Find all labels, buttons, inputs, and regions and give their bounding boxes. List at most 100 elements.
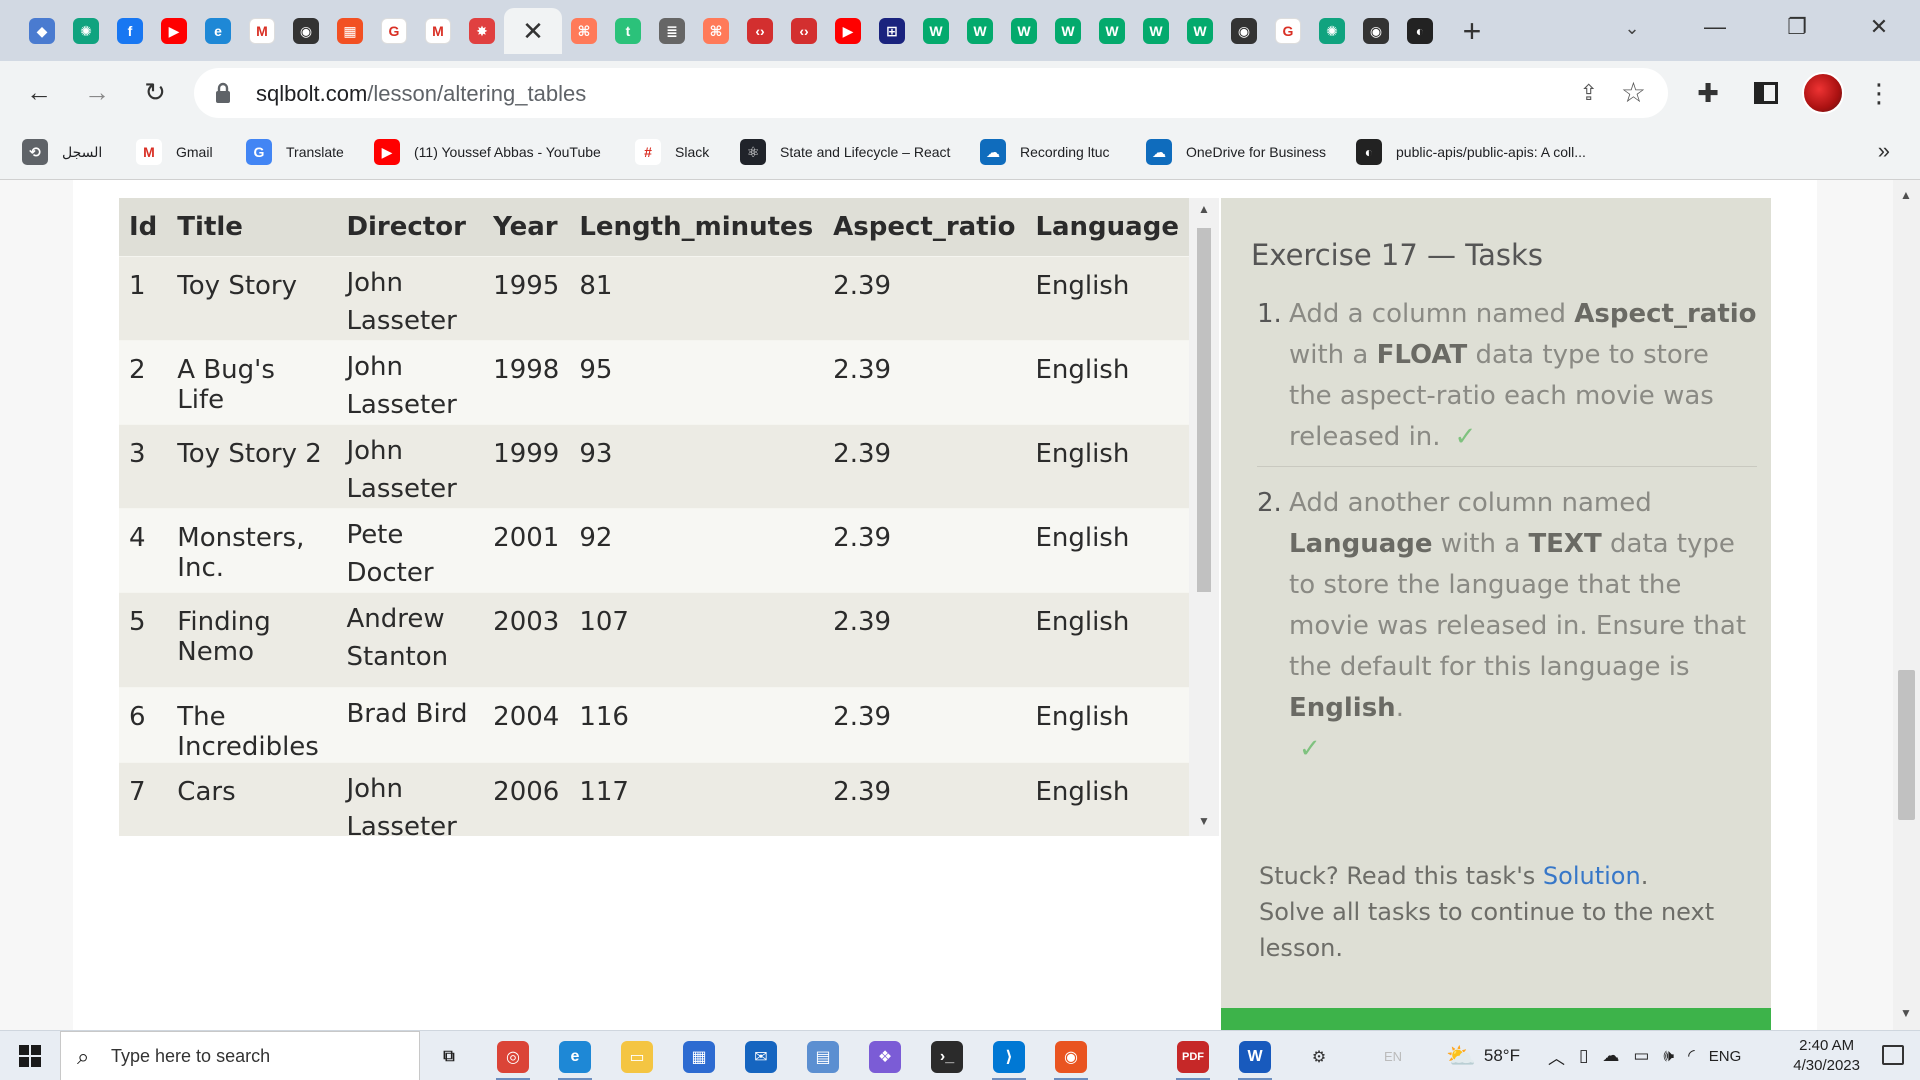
table-cell: 2.39 (823, 339, 1026, 424)
tab[interactable]: ⌘ (694, 8, 738, 54)
tab[interactable]: W (958, 8, 1002, 54)
pdf-icon[interactable]: PDF (1164, 1036, 1222, 1080)
clock[interactable]: 2:40 AM 4/30/2023 (1793, 1036, 1860, 1076)
network-icon[interactable]: ▤ (794, 1036, 852, 1078)
store-icon[interactable]: ▦ (670, 1036, 728, 1078)
bookmark-item[interactable]: # Slack (635, 136, 709, 168)
tab[interactable]: ◉ (284, 8, 328, 54)
tab[interactable]: ▶ (152, 8, 196, 54)
tab[interactable]: W (1178, 8, 1222, 54)
tab[interactable]: f (108, 8, 152, 54)
tab[interactable]: ⊞ (870, 8, 914, 54)
tab[interactable]: G (1266, 8, 1310, 54)
tab[interactable]: ‹› (782, 8, 826, 54)
tab[interactable]: W (1134, 8, 1178, 54)
file-explorer-icon[interactable]: ▭ (608, 1036, 666, 1078)
side-panel-icon[interactable] (1748, 73, 1784, 113)
solution-link[interactable]: Solution (1543, 862, 1641, 890)
table-scroll-thumb[interactable] (1197, 228, 1211, 592)
tab[interactable]: e (196, 8, 240, 54)
device-icon[interactable]: ▯ (1579, 1046, 1588, 1066)
battery-icon[interactable]: ▭ (1633, 1046, 1649, 1066)
tab[interactable]: W (1002, 8, 1046, 54)
vscode-icon[interactable]: ⟩ (980, 1036, 1038, 1080)
profile-avatar[interactable] (1800, 72, 1846, 114)
notifications-icon[interactable] (1882, 1045, 1904, 1065)
tab[interactable]: ✸ (460, 8, 504, 54)
bookmark-item[interactable]: ▶ (11) Youssef Abbas - YouTube (374, 136, 601, 168)
tab[interactable]: M (240, 8, 284, 54)
tab[interactable]: W (1046, 8, 1090, 54)
close-tab-icon[interactable]: ✕ (522, 16, 544, 47)
tab[interactable]: ▶ (826, 8, 870, 54)
tab-search-icon[interactable]: ⌄ (1610, 10, 1654, 46)
tab[interactable]: ◐ (1398, 8, 1442, 54)
bookmark-item[interactable]: ☁ OneDrive for Business (1146, 136, 1326, 168)
tab[interactable]: ✺ (64, 8, 108, 54)
bookmark-item[interactable]: ⚛ State and Lifecycle – React (740, 136, 950, 168)
copilot-icon[interactable]: ❖ (856, 1036, 914, 1078)
new-tab-icon[interactable]: + (1450, 8, 1494, 54)
word-icon[interactable]: W (1226, 1036, 1284, 1080)
table-row: 3 Toy Story 2 John Lasseter 1999 93 2.39 Engli… (119, 423, 1189, 508)
scroll-up-icon[interactable]: ▲ (1198, 202, 1210, 216)
weather-widget[interactable]: ⛅ 58°F (1446, 1031, 1520, 1080)
settings-icon[interactable]: ⚙ (1290, 1036, 1348, 1078)
tab[interactable]: W (1090, 8, 1134, 54)
url-text[interactable]: sqlbolt.com/lesson/altering_tables (256, 81, 586, 107)
share-icon[interactable]: ⇪ (1580, 80, 1598, 106)
more-bookmarks-icon[interactable]: » (1878, 138, 1890, 164)
edge-icon[interactable]: e (546, 1036, 604, 1080)
onedrive-tray-icon[interactable]: ☁ (1602, 1046, 1619, 1066)
bookmark-item[interactable]: ☁ Recording ltuc (980, 136, 1110, 168)
volume-icon[interactable]: 🕪 (1663, 1046, 1674, 1066)
tab[interactable]: ▦ (328, 8, 372, 54)
terminal-icon[interactable]: ›_ (918, 1036, 976, 1078)
bookmark-item[interactable]: M Gmail (136, 136, 213, 168)
tab[interactable]: ‹› (738, 8, 782, 54)
tab[interactable]: ⌘ (562, 8, 606, 54)
page-scroll-thumb[interactable] (1898, 670, 1915, 820)
bookmark-item[interactable]: ◐ public-apis/public-apis: A coll... (1356, 136, 1586, 168)
tab[interactable]: G (372, 8, 416, 54)
task-view-icon[interactable]: ⧉ (420, 1036, 478, 1078)
taskbar-search[interactable]: ⌕ Type here to search (60, 1031, 420, 1080)
restore-icon[interactable]: ❐ (1756, 0, 1838, 54)
chrome-icon[interactable]: ◎ (484, 1036, 542, 1080)
wifi-icon[interactable]: ◜ (1688, 1046, 1695, 1066)
page-scroll-down-icon[interactable]: ▼ (1900, 1006, 1912, 1020)
bookmark-item[interactable]: ⟲ السجل (22, 136, 102, 168)
menu-kebab-icon[interactable]: ⋮ (1864, 73, 1894, 113)
app-glyph: ◉ (1055, 1041, 1087, 1073)
tab[interactable]: M (416, 8, 460, 54)
page-scroll-up-icon[interactable]: ▲ (1900, 188, 1912, 202)
bookmark-star-icon[interactable]: ☆ (1621, 76, 1646, 109)
close-window-icon[interactable]: ✕ (1838, 0, 1920, 54)
tab[interactable]: ≣ (650, 8, 694, 54)
table-scrollbar[interactable]: ▲ ▼ (1189, 198, 1219, 836)
lock-icon[interactable] (214, 82, 232, 104)
scroll-down-icon[interactable]: ▼ (1198, 814, 1210, 828)
start-button[interactable] (0, 1031, 60, 1080)
minimize-icon[interactable]: — (1674, 0, 1756, 54)
chevron-up-icon[interactable]: ︿ (1548, 1044, 1565, 1069)
continue-bar[interactable] (1221, 1008, 1771, 1030)
tab[interactable]: W (914, 8, 958, 54)
tab[interactable]: ◆ (20, 8, 64, 54)
reload-icon[interactable]: ↻ (136, 73, 174, 111)
forward-icon[interactable]: → (78, 73, 116, 111)
bookmark-item[interactable]: G Translate (246, 136, 344, 168)
ubuntu-icon[interactable]: ◉ (1042, 1036, 1100, 1080)
page-scrollbar[interactable]: ▲ ▼ (1893, 180, 1920, 1030)
mail-icon[interactable]: ✉ (732, 1036, 790, 1078)
input-language[interactable]: ENG (1709, 1048, 1742, 1065)
tab[interactable]: ◉ (1354, 8, 1398, 54)
tab[interactable]: ✺ (1310, 8, 1354, 54)
tab-active[interactable]: ✕ (504, 8, 562, 54)
results-table-container[interactable]: Id Title Director Year Length_minutes Aspect_… (119, 198, 1189, 836)
extensions-icon[interactable]: ✚ (1690, 73, 1726, 113)
tab[interactable]: ◉ (1222, 8, 1266, 54)
tab[interactable]: t (606, 8, 650, 54)
address-bar[interactable]: sqlbolt.com/lesson/altering_tables ⇪ ☆ (194, 68, 1668, 118)
back-icon[interactable]: ← (20, 73, 58, 111)
